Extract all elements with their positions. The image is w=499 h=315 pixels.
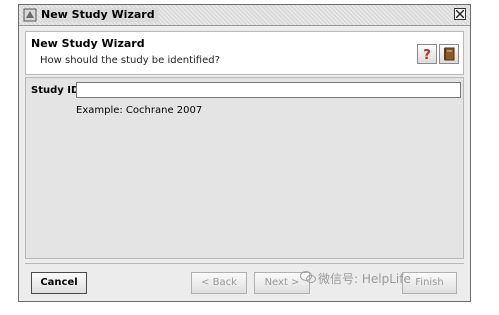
book-icon xyxy=(444,47,455,61)
wizard-app-icon xyxy=(23,8,37,22)
back-button[interactable]: < Back xyxy=(191,272,247,294)
help-icon: ? xyxy=(423,48,431,61)
example-text: Example: Cochrane 2007 xyxy=(76,105,203,116)
window-title: New Study Wizard xyxy=(41,8,159,22)
help-button[interactable]: ? xyxy=(417,44,437,64)
cancel-button[interactable]: Cancel xyxy=(31,272,87,294)
wizard-window: New Study Wizard New Study Wizard How sh… xyxy=(18,4,471,302)
svg-text:?: ? xyxy=(423,48,431,61)
wechat-icon xyxy=(300,270,316,284)
close-icon[interactable] xyxy=(454,8,466,20)
header-subtitle: How should the study be identified? xyxy=(40,55,220,66)
title-bar[interactable]: New Study Wizard xyxy=(19,5,470,26)
watermark-text: 微信号: HelpLife xyxy=(318,272,411,286)
study-id-input[interactable] xyxy=(76,82,461,98)
wizard-header: New Study Wizard How should the study be… xyxy=(25,31,464,75)
content-panel: Study ID: Example: Cochrane 2007 xyxy=(25,77,464,259)
book-button[interactable] xyxy=(439,44,459,64)
header-title: New Study Wizard xyxy=(31,37,145,50)
